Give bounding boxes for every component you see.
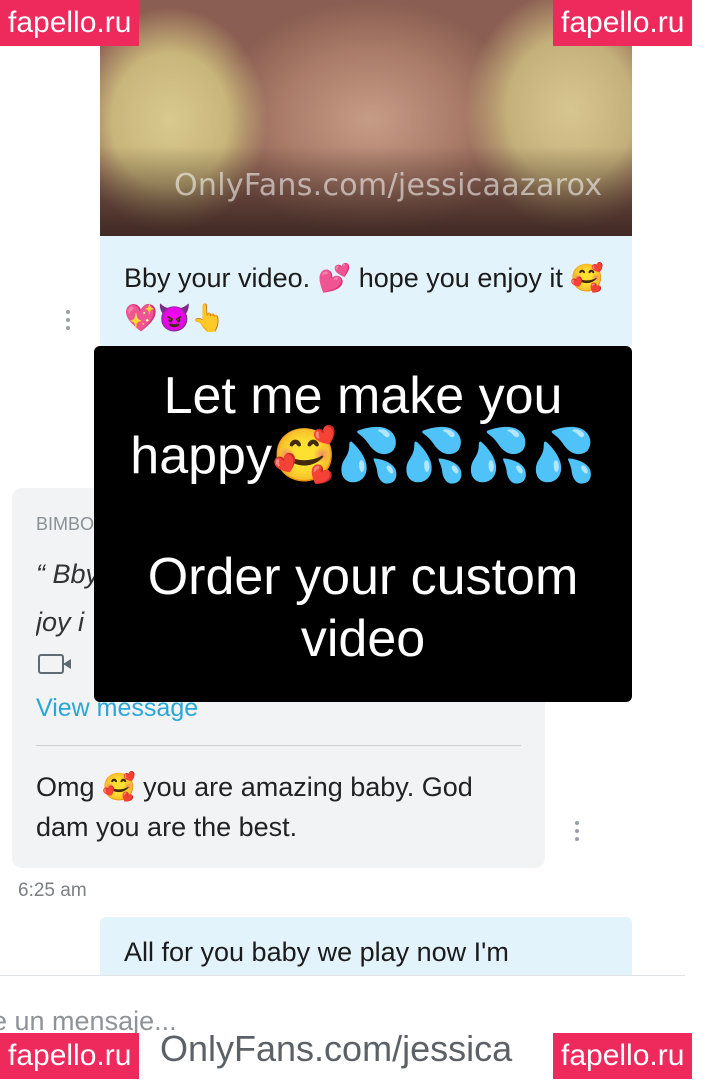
sent-message-bubble-2[interactable]: All for you baby we play now I'm <box>100 917 632 977</box>
watermark-badge-bottom-left: fapello.ru <box>0 1033 140 1079</box>
promo-call-to-action: Order your custom video <box>147 548 579 668</box>
watermark-badge-bottom-right: fapello.ru <box>553 1033 693 1079</box>
card-divider <box>36 745 521 746</box>
bottom-watermark-text: OnlyFans.com/jessica <box>160 1028 513 1069</box>
promo-headline: Let me make you happy🥰💦💦💦💦 <box>130 367 596 485</box>
reply-sender-name: BIMBO <box>36 514 95 534</box>
watermark-badge-top-right: fapello.ru <box>553 0 693 46</box>
reply-message-text: Omg 🥰 you are amazing baby. God dam you … <box>36 772 473 842</box>
message-options-icon[interactable] <box>573 821 581 845</box>
sent-message-bubble[interactable]: Bby your video. 💕 hope you enjoy it 🥰💖😈👆 <box>100 236 632 348</box>
promo-overlay: Let me make you happy🥰💦💦💦💦 Order your cu… <box>94 346 632 702</box>
sent-message-text-2: All for you baby we play now I'm <box>124 937 509 967</box>
watermark-badge-top-left: fapello.ru <box>0 0 140 46</box>
sent-message-text: Bby your video. 💕 hope you enjoy it 🥰💖😈👆 <box>124 263 604 333</box>
photo-watermark-text: OnlyFans.com/jessicaazarox <box>174 168 603 203</box>
video-camera-icon <box>38 654 71 674</box>
message-timestamp: 6:25 am <box>18 880 87 901</box>
message-options-icon[interactable] <box>64 310 72 334</box>
